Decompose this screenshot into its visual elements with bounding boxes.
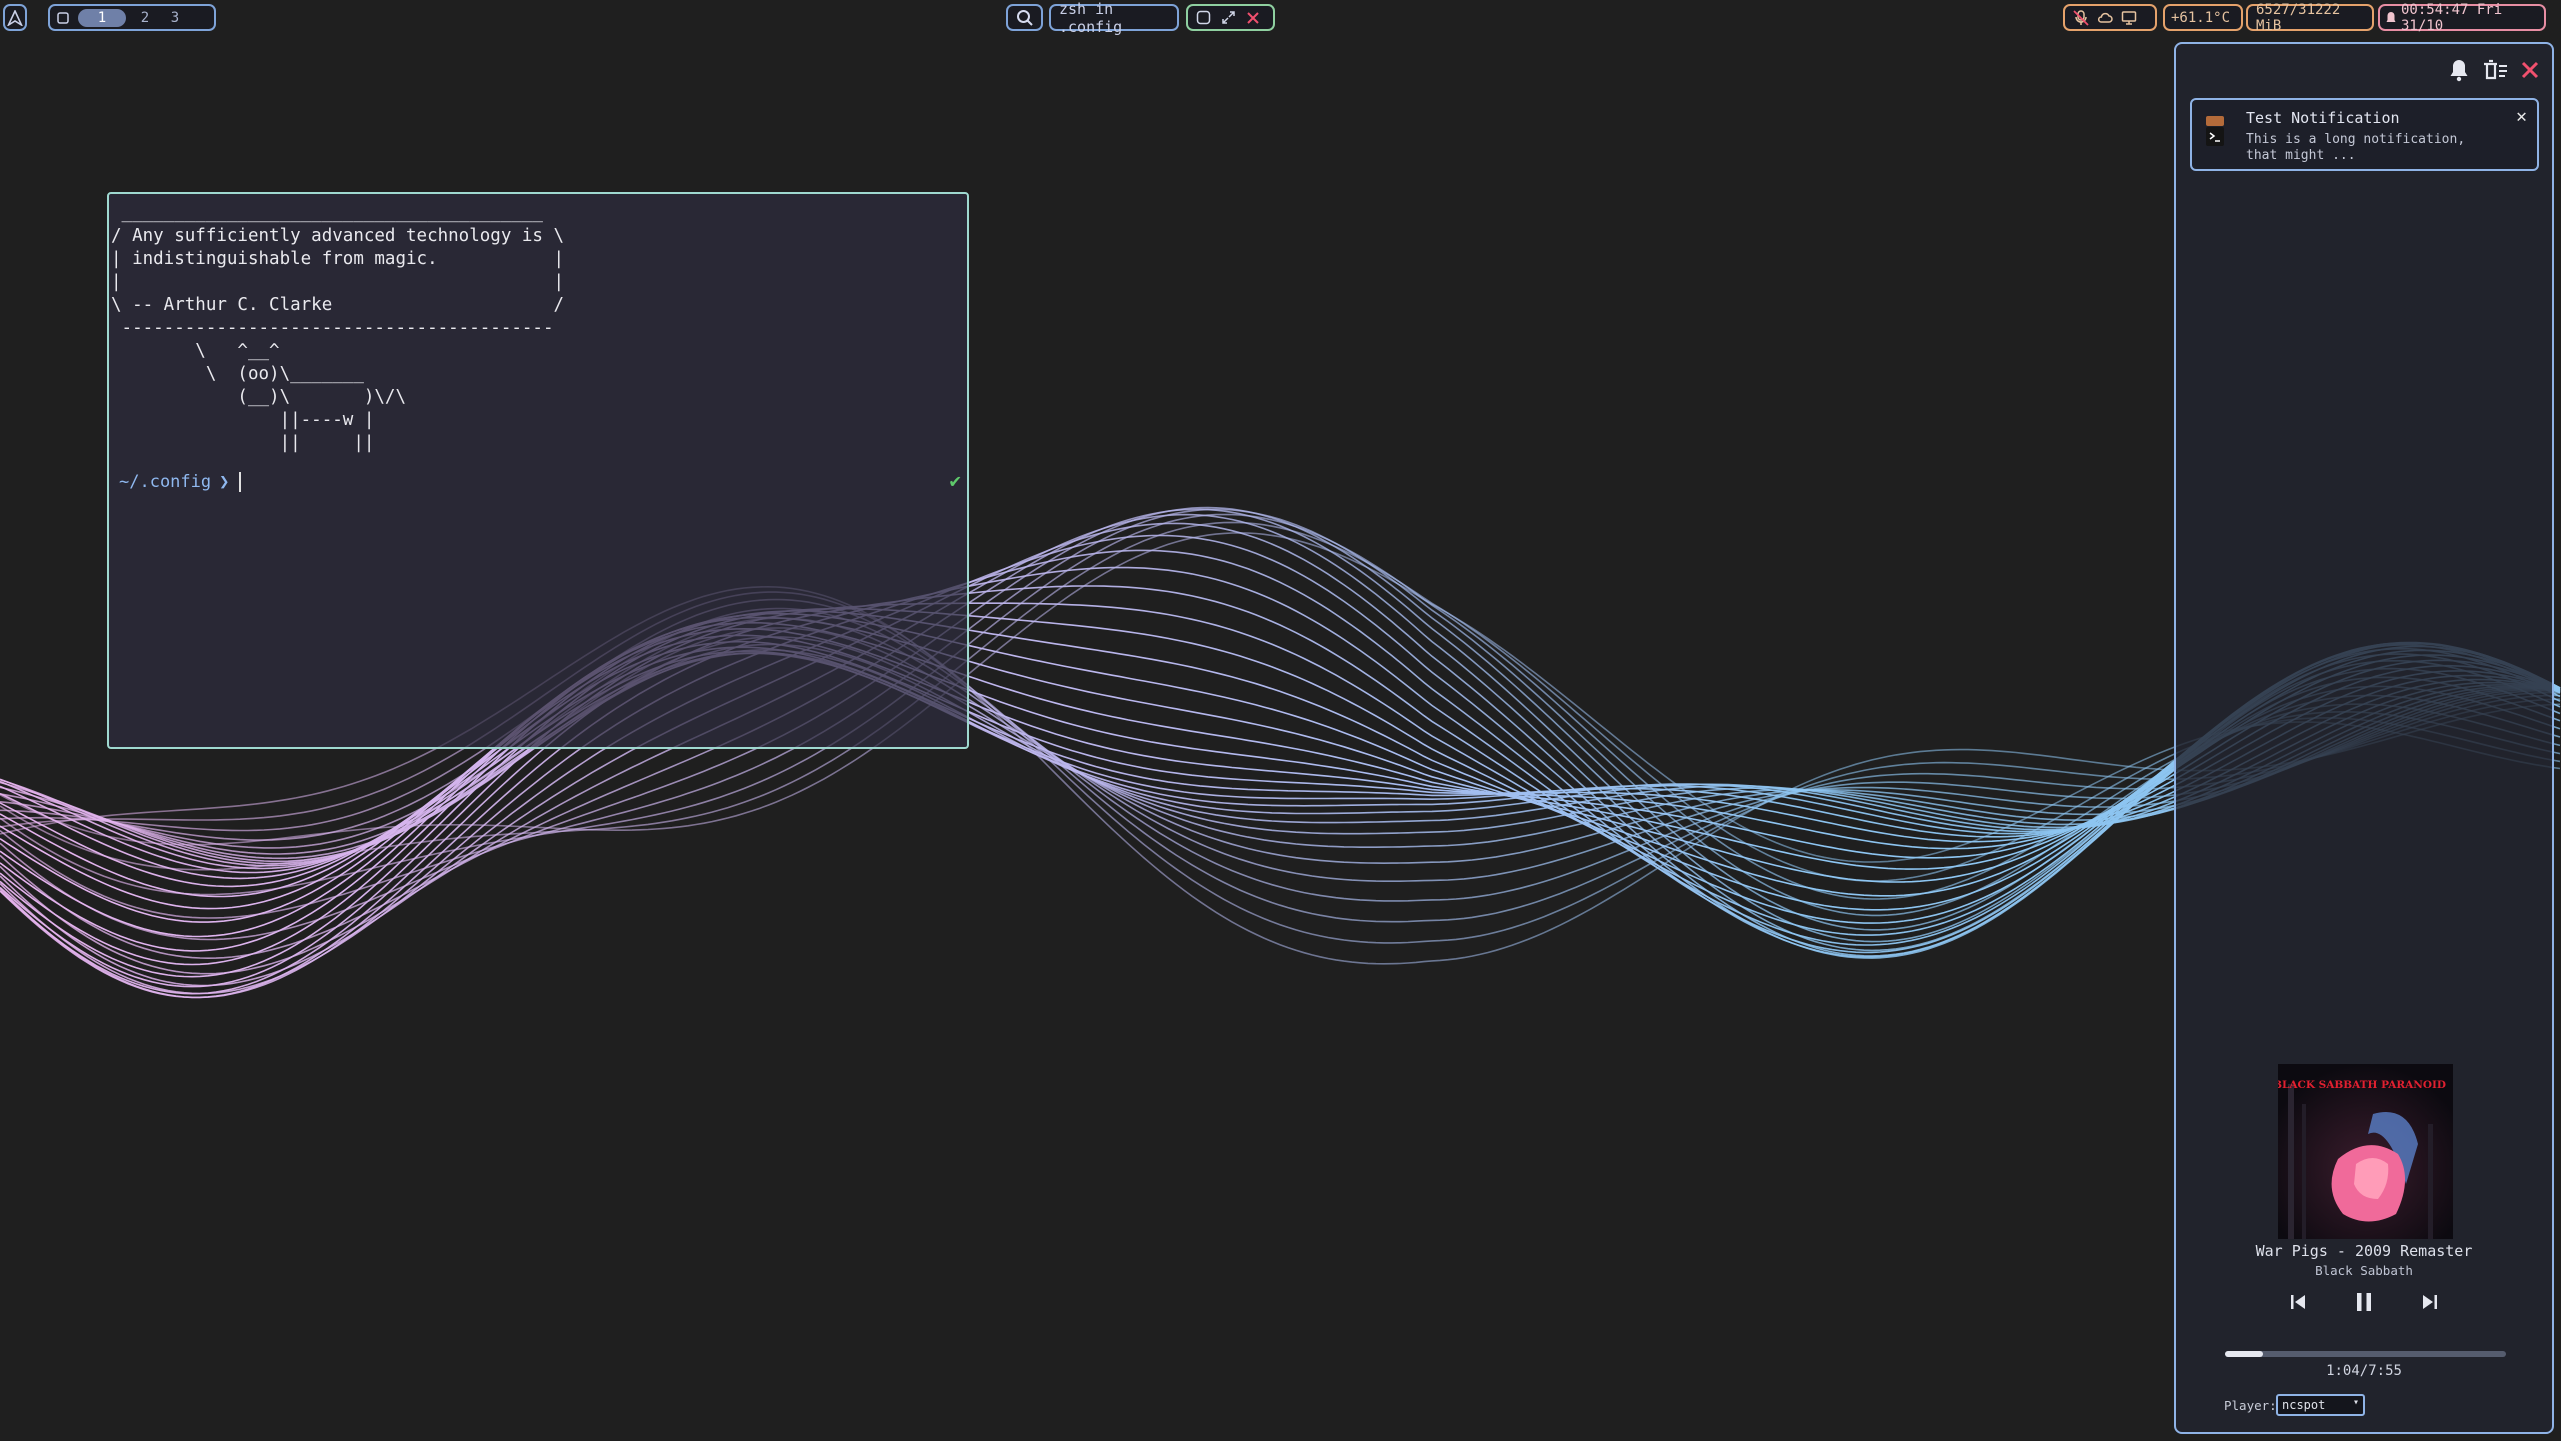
arch-icon	[7, 9, 23, 26]
memory-usage: 6527/31222 MiB	[2246, 1, 2374, 34]
notification-title: Test Notification	[2246, 109, 2400, 127]
window-title-text: zsh in .config	[1059, 0, 1123, 36]
text-cursor	[239, 472, 242, 492]
notification-card[interactable]: Test Notification This is a long notific…	[2190, 98, 2539, 171]
playback-progress-fill	[2225, 1351, 2263, 1357]
player-select[interactable]: ncspot ▾	[2276, 1394, 2365, 1416]
close-icon[interactable]	[2520, 60, 2540, 80]
clock-text: 00:54:47 Fri 31/10	[2401, 1, 2503, 34]
fortune-cowsay-output: ________________________________________…	[111, 203, 565, 453]
status-icons	[2063, 4, 2157, 31]
memory-text: 6527/31222 MiB	[2256, 1, 2341, 34]
search-icon	[1016, 9, 1033, 26]
media-controls	[2176, 1291, 2552, 1313]
terminal-app-icon	[2206, 116, 2224, 146]
track-artist: Black Sabbath	[2315, 1263, 2413, 1278]
notification-close-icon[interactable]: ✕	[2516, 106, 2527, 127]
shell-prompt[interactable]: ~/.config ❯	[119, 472, 242, 492]
mic-muted-icon[interactable]	[2073, 9, 2089, 26]
clock[interactable]: 00:54:47 Fri 31/10	[2378, 1, 2546, 34]
bell-icon[interactable]	[2448, 58, 2470, 82]
prompt-directory: ~/.config	[119, 472, 212, 492]
clear-all-icon[interactable]	[2482, 59, 2508, 81]
monitor-icon[interactable]	[2121, 10, 2137, 26]
launcher-button[interactable]	[3, 4, 27, 31]
album-art-text: BLACK SABBATH PARANOID	[2278, 1079, 2446, 1091]
playback-time: 1:04/7:55	[2326, 1363, 2402, 1379]
window-controls	[1186, 4, 1275, 31]
playback-progress-bar[interactable]	[2225, 1351, 2506, 1357]
notification-body: This is a long notification, that might …	[2246, 132, 2466, 163]
search-button[interactable]	[1006, 4, 1043, 31]
cloud-icon[interactable]	[2097, 10, 2113, 26]
workspace-3[interactable]: 3	[164, 9, 186, 27]
chevron-down-icon: ▾	[2352, 1397, 2359, 1408]
prompt-arrow: ❯	[219, 472, 230, 492]
window-icon	[56, 11, 70, 25]
fullscreen-icon[interactable]	[1221, 10, 1236, 25]
previous-track-icon[interactable]	[2288, 1291, 2308, 1313]
active-window-title: zsh in .config	[1049, 0, 1179, 36]
close-window-icon[interactable]	[1246, 11, 1260, 25]
album-art: BLACK SABBATH PARANOID	[2278, 1064, 2453, 1239]
workspace-switcher: 1 2 3	[48, 4, 216, 31]
cpu-temperature: +61.1°C	[2163, 4, 2243, 31]
pause-icon[interactable]	[2354, 1291, 2374, 1313]
notification-center-panel: Test Notification This is a long notific…	[2174, 42, 2554, 1434]
workspace-2[interactable]: 2	[134, 9, 156, 27]
next-track-icon[interactable]	[2420, 1291, 2440, 1313]
temperature-text: +61.1°C	[2171, 9, 2231, 26]
float-window-icon[interactable]	[1196, 10, 1211, 25]
workspace-1[interactable]: 1	[78, 8, 126, 27]
notification-indicator-icon	[2386, 11, 2396, 25]
track-title: War Pigs - 2009 Remaster	[2255, 1242, 2473, 1260]
player-selected-value: ncspot	[2282, 1398, 2326, 1412]
success-check-icon: ✔	[949, 470, 961, 492]
terminal-window[interactable]: ________________________________________…	[107, 192, 969, 749]
player-label: Player:	[2224, 1398, 2277, 1413]
